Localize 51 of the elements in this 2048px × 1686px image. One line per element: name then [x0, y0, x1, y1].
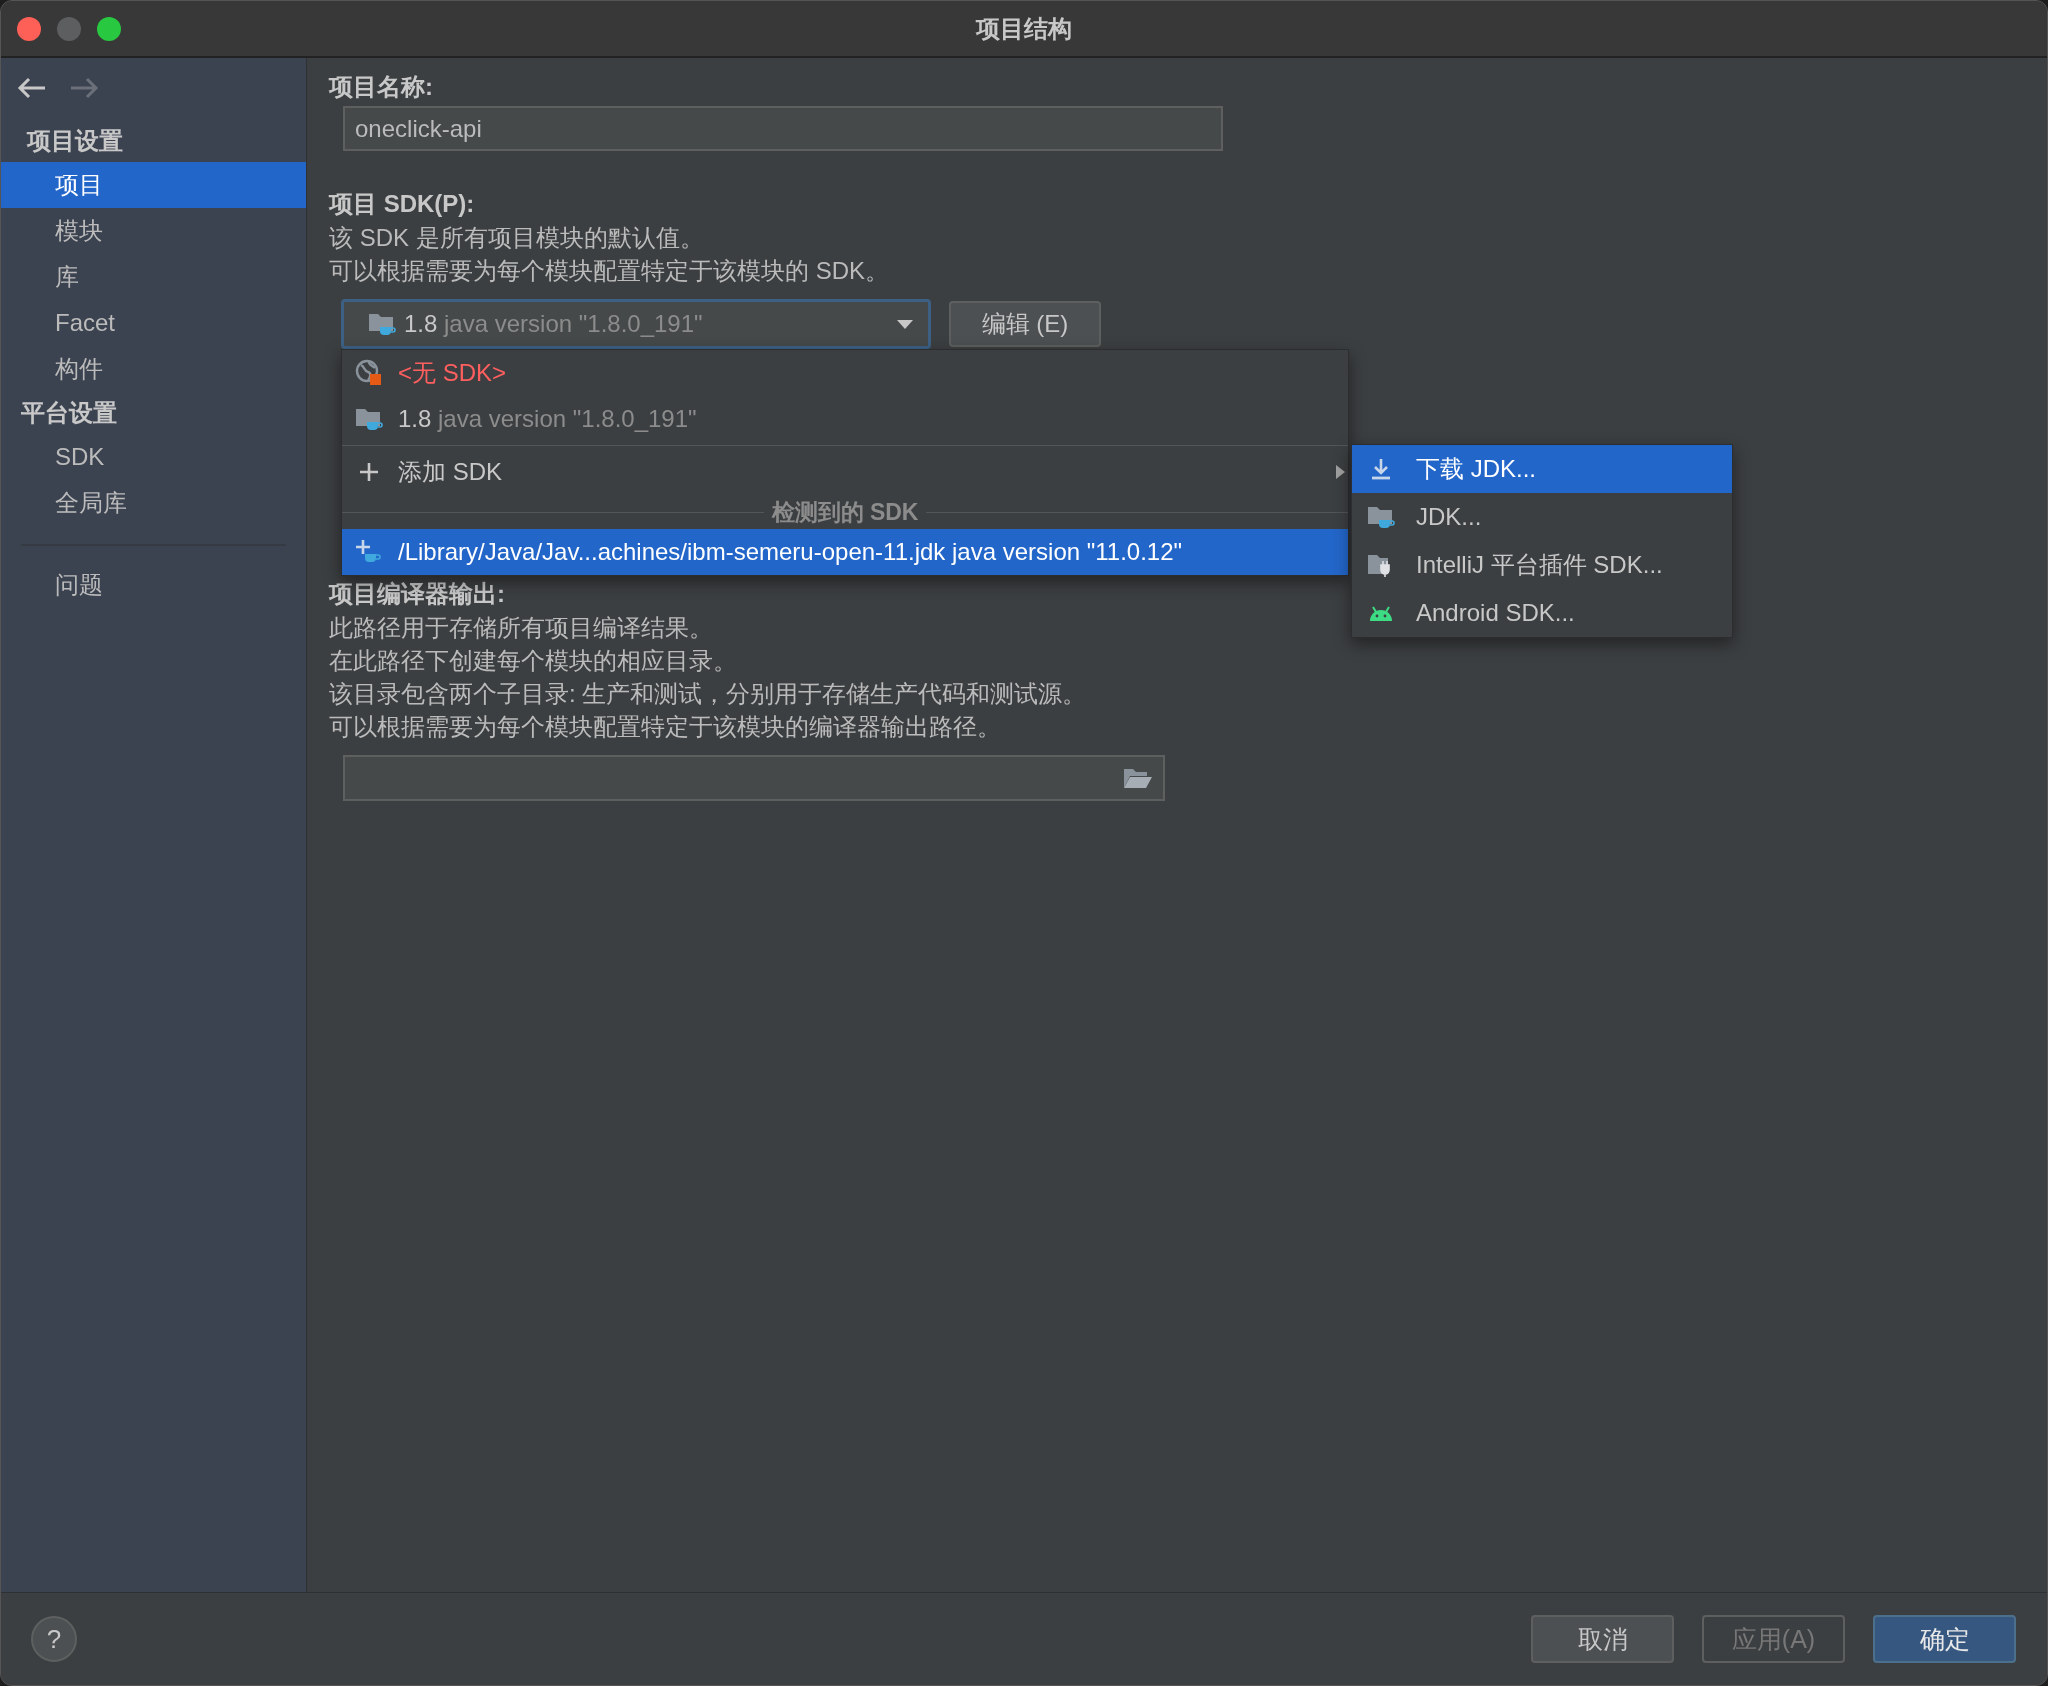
sidebar-item[interactable]: 问题 [1, 562, 306, 608]
dialog-button[interactable]: 取消 [1531, 1615, 1674, 1663]
globe-icon [355, 359, 383, 387]
back-arrow-icon[interactable] [17, 76, 47, 100]
zoom-window-button[interactable] [97, 16, 121, 41]
help-button[interactable]: ? [31, 1616, 77, 1662]
menu-item[interactable]: <无 SDK> [342, 350, 1348, 396]
folder-cup-icon [355, 406, 383, 432]
description-text: 此路径用于存储所有项目编译结果。 [329, 613, 713, 643]
menu-item[interactable]: 下载 JDK... [1352, 445, 1732, 493]
description-text: 可以根据需要为每个模块配置特定于该模块的 SDK。 [329, 256, 889, 286]
project-name-field[interactable]: oneclick-api [343, 106, 1223, 151]
menu-item[interactable]: 添加 SDK [342, 449, 1348, 495]
field-label: 项目编译器输出: [329, 579, 506, 609]
menu-item[interactable]: IntelliJ 平台插件 SDK... [1352, 541, 1732, 589]
submenu-arrow-icon [1334, 464, 1346, 480]
sdk-dropdown[interactable]: 1.8 java version "1.8.0_191" [341, 299, 931, 349]
description-text: 该 SDK 是所有项目模块的默认值。 [329, 223, 704, 253]
folder-cup-icon [1367, 504, 1395, 530]
folder-cup-icon [368, 311, 396, 337]
edit-button[interactable]: 编辑 (E) [949, 301, 1101, 347]
sidebar-item[interactable]: 项目 [1, 162, 306, 208]
plus-cup-icon [354, 539, 384, 565]
dropdown-caret-icon [896, 318, 914, 330]
sidebar-heading: 平台设置 [20, 398, 118, 428]
sidebar-item[interactable]: 全局库 [1, 480, 306, 526]
description-text: 可以根据需要为每个模块配置特定于该模块的编译器输出路径。 [329, 712, 1001, 742]
description-text: 该目录包含两个子目录: 生产和测试，分别用于存储生产代码和测试源。 [329, 679, 1087, 709]
window-title: 项目结构 [976, 14, 1072, 42]
menu-item[interactable]: /Library/Java/Jav...achines/ibm-semeru-open-11.jdk java version "11.0.12" [342, 529, 1348, 575]
menu-item[interactable]: 1.8 java version "1.8.0_191" [342, 396, 1348, 442]
sidebar-item[interactable]: SDK [1, 434, 306, 480]
output-path-field[interactable] [343, 755, 1165, 801]
sidebar-item[interactable]: 库 [1, 254, 306, 300]
folder-icon[interactable] [1123, 767, 1153, 789]
close-window-button[interactable] [17, 16, 41, 41]
plus-icon [358, 461, 380, 483]
section-heading: 检测到的 SDK [771, 497, 919, 527]
dialog-button[interactable]: 确定 [1873, 1615, 2016, 1663]
sidebar-item[interactable]: 构件 [1, 346, 306, 392]
android-icon [1367, 604, 1395, 622]
sidebar-item[interactable]: Facet [1, 300, 306, 346]
sidebar-item[interactable]: 模块 [1, 208, 306, 254]
menu-item[interactable]: JDK... [1352, 493, 1732, 541]
field-label: 项目名称: [329, 72, 434, 102]
sidebar-heading: 项目设置 [25, 126, 124, 156]
field-label: 项目 SDK(P): [329, 189, 476, 219]
menu-item[interactable]: Android SDK... [1352, 589, 1732, 637]
description-text: 在此路径下创建每个模块的相应目录。 [329, 646, 737, 676]
download-icon [1369, 457, 1393, 481]
forward-arrow-icon[interactable] [69, 76, 99, 100]
